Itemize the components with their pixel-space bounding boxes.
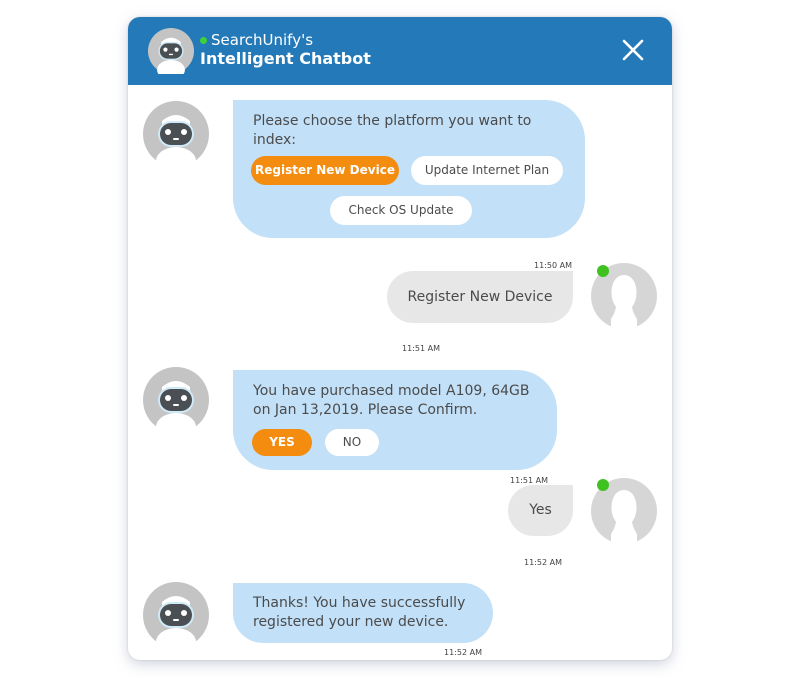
message-timestamp: 11:51 AM [402,344,440,353]
online-status-icon [200,36,207,44]
online-status-icon [597,265,609,277]
bot-avatar-icon [143,582,209,648]
message-timestamp: 11:50 AM [534,261,572,270]
message-text: Please choose the platform you want to i… [253,113,532,148]
brand-name: SearchUnify's [211,31,314,49]
bot-avatar-icon [148,28,194,74]
chat-header: SearchUnify's Intelligent Chatbot [128,17,672,85]
message-text: You have purchased model A109, 64GB on J… [253,383,530,418]
option-update-internet-plan[interactable]: Update Internet Plan [411,156,563,185]
close-icon[interactable] [620,37,646,63]
message-timestamp: 11:51 AM [510,476,548,485]
message-timestamp: 11:52 AM [524,558,562,567]
online-status-icon [597,479,609,491]
bot-message: You have purchased model A109, 64GB on J… [233,370,557,470]
message-timestamp: 11:52 AM [444,648,482,657]
yes-button[interactable]: YES [252,429,312,456]
bot-message: Thanks! You have successfully registered… [233,583,493,643]
user-message: Yes [508,485,573,536]
chatbot-window: SearchUnify's Intelligent Chatbot Please… [128,17,672,660]
bot-avatar-icon [143,367,209,433]
chat-messages[interactable]: Please choose the platform you want to i… [128,85,672,660]
bot-avatar-icon [143,101,209,167]
chatbot-title: Intelligent Chatbot [200,49,371,68]
chat-title: SearchUnify's Intelligent Chatbot [200,31,371,69]
message-text: Thanks! You have successfully registered… [253,595,466,630]
no-button[interactable]: NO [325,429,379,456]
bot-message: Please choose the platform you want to i… [233,100,585,238]
option-register-new-device[interactable]: Register New Device [251,156,399,185]
user-message: Register New Device [387,271,573,323]
option-check-os-update[interactable]: Check OS Update [330,196,472,225]
